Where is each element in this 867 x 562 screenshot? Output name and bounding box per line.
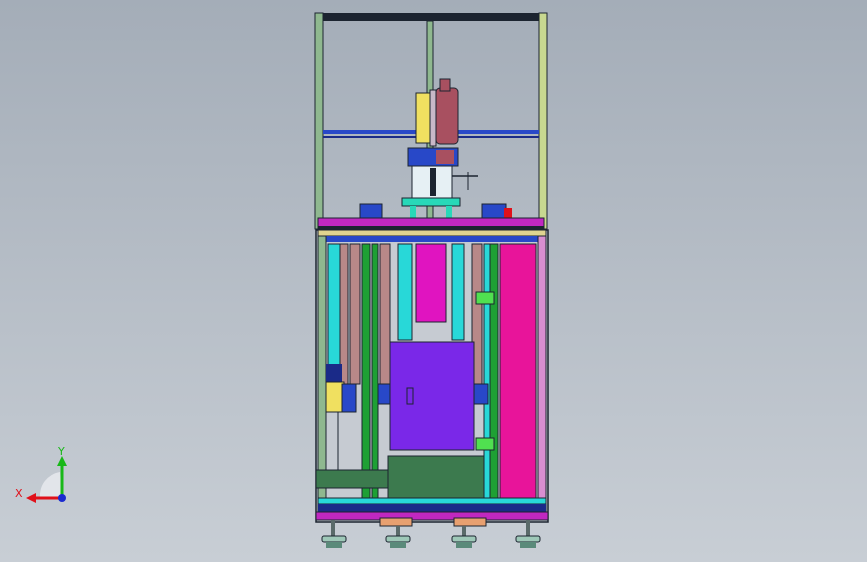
left-green-rail (361, 243, 371, 501)
left-mauve-rail-2 (349, 243, 361, 385)
cylinder (315, 469, 389, 489)
green-base-box (387, 455, 485, 501)
violet-carriage (389, 341, 475, 451)
head-base (401, 197, 461, 207)
foot-pad-right (453, 517, 487, 527)
table-box-right (481, 203, 507, 219)
head-spindle-shaft (430, 168, 436, 196)
leveling-foot-4 (515, 520, 541, 548)
base-plate (315, 511, 549, 521)
left-module (326, 364, 342, 382)
bottom-beam (318, 504, 546, 512)
center-cyan-left (397, 243, 413, 341)
center-magenta-block (415, 243, 447, 323)
cad-viewport[interactable]: Y X (0, 0, 867, 562)
machine-drawing: Y X (15, 12, 549, 548)
triad-x-label: X (15, 487, 23, 500)
right-cyan-rail (483, 243, 491, 501)
top-beam (315, 13, 547, 21)
head-yellow-block (415, 92, 431, 144)
head-plate (429, 89, 437, 147)
left-cyan-rail (327, 243, 341, 385)
leveling-foot-1 (321, 520, 347, 548)
leveling-foot-3 (451, 526, 477, 548)
head-assembly (401, 78, 478, 220)
head-clamp-core (436, 150, 454, 164)
center-mauve-rail (379, 243, 391, 385)
lower-cabinet (315, 229, 549, 523)
triad-z-axis-icon (58, 494, 66, 502)
leveling-foot-2 (385, 526, 411, 548)
center-cyan-right (451, 243, 465, 341)
right-green-rail (489, 243, 499, 501)
triad-y-label: Y (57, 445, 65, 458)
left-yellow-module (325, 381, 345, 413)
right-post (538, 12, 548, 230)
triad-x-arrow-icon (26, 493, 36, 503)
head-motor-cap (439, 78, 451, 92)
cabinet-right-post (537, 235, 547, 519)
head-motor (435, 87, 459, 145)
left-blue-module (341, 383, 357, 413)
cabinet-top-rail (317, 229, 547, 237)
left-green-rail-2 (371, 243, 379, 501)
bottom-rail (317, 497, 547, 505)
connector-lower (475, 437, 495, 451)
table-box-left (359, 203, 383, 219)
right-pink-panel (499, 243, 537, 501)
left-post (314, 12, 324, 230)
cabinet-top-inner (322, 236, 542, 242)
left-mauve-rail (339, 243, 349, 385)
foot-pad-left (379, 517, 413, 527)
table-marker (504, 208, 512, 218)
orientation-triad[interactable]: Y X (15, 445, 67, 503)
triad-plane (39, 472, 62, 498)
connector-upper (475, 291, 495, 305)
